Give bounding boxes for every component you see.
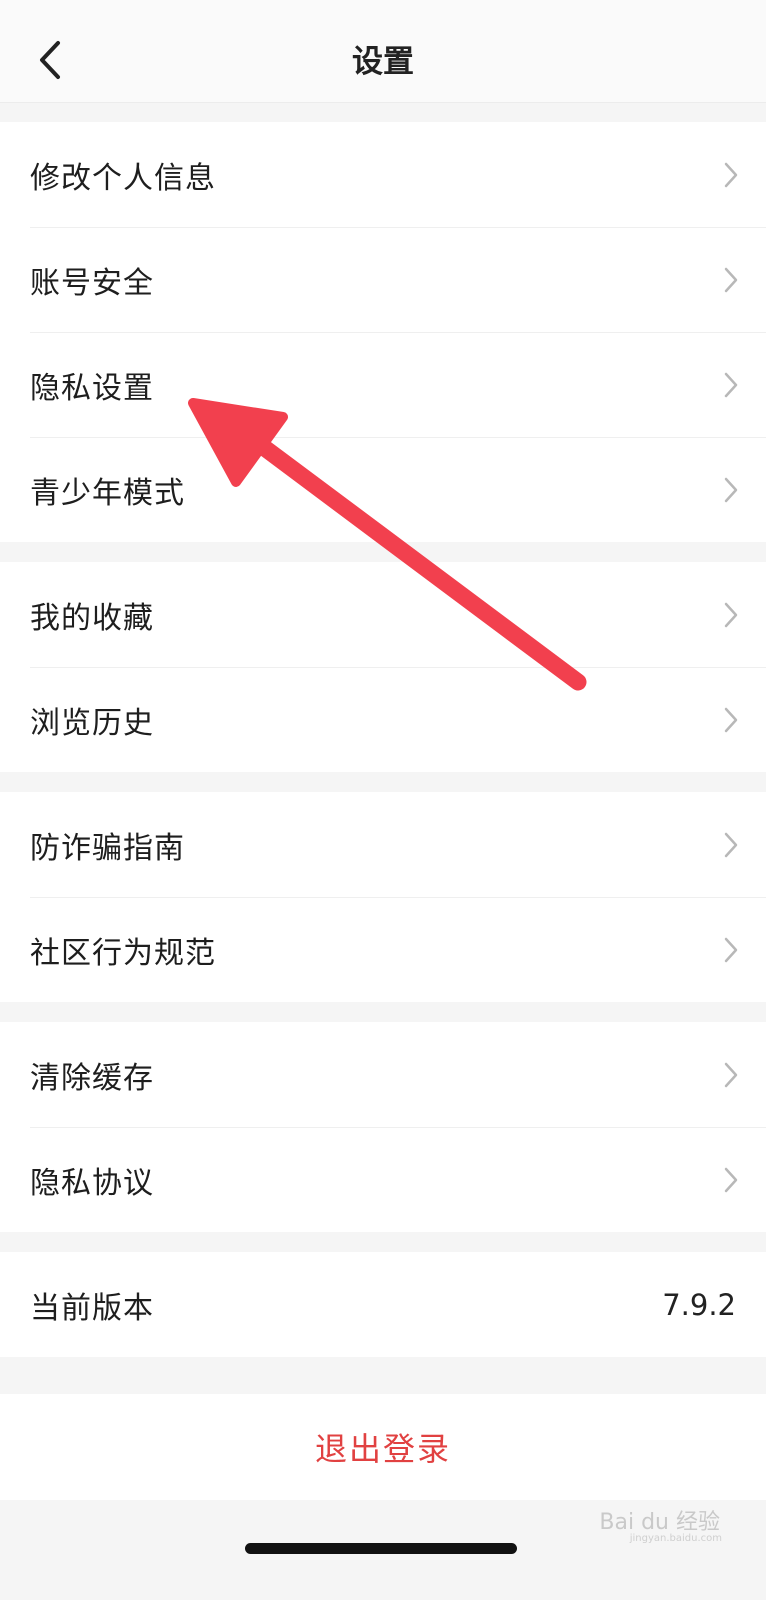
settings-row-label: 账号安全 [30, 265, 154, 301]
settings-group-account: 修改个人信息 账号安全 隐私设置 青少年模式 [0, 122, 766, 542]
chevron-right-icon [724, 372, 738, 397]
chevron-right-icon [724, 162, 738, 187]
chevron-right-icon [724, 1062, 738, 1087]
settings-row-label: 修改个人信息 [30, 160, 216, 196]
watermark-url: jingyan.baidu.com [629, 1533, 722, 1544]
settings-row-account-security[interactable]: 账号安全 [0, 227, 766, 332]
settings-row-history[interactable]: 浏览历史 [0, 667, 766, 772]
settings-row-label: 清除缓存 [30, 1060, 154, 1096]
settings-row-label: 隐私协议 [30, 1165, 154, 1201]
nav-bar: 设置 [0, 0, 766, 103]
settings-row-teen-mode[interactable]: 青少年模式 [0, 437, 766, 542]
chevron-right-icon [724, 477, 738, 502]
chevron-right-icon [724, 937, 738, 962]
settings-group-content: 我的收藏 浏览历史 [0, 562, 766, 772]
settings-group-storage: 清除缓存 隐私协议 [0, 1022, 766, 1232]
logout-label: 退出登录 [314, 1430, 451, 1468]
settings-row-label: 我的收藏 [30, 600, 154, 636]
settings-row-label: 青少年模式 [30, 475, 185, 511]
settings-row-edit-profile[interactable]: 修改个人信息 [0, 122, 766, 227]
settings-row-label: 防诈骗指南 [30, 830, 185, 866]
settings-row-label: 隐私设置 [30, 370, 154, 406]
chevron-right-icon [724, 602, 738, 627]
settings-row-label: 当前版本 [30, 1290, 154, 1326]
settings-row-privacy-settings[interactable]: 隐私设置 [0, 332, 766, 437]
version-value: 7.9.2 [662, 1287, 736, 1322]
settings-row-privacy-policy[interactable]: 隐私协议 [0, 1127, 766, 1232]
page-title: 设置 [352, 44, 414, 80]
settings-row-favorites[interactable]: 我的收藏 [0, 562, 766, 667]
settings-group-guidelines: 防诈骗指南 社区行为规范 [0, 792, 766, 1002]
watermark-logo: Bai du 经验 [599, 1510, 720, 1535]
settings-row-clear-cache[interactable]: 清除缓存 [0, 1022, 766, 1127]
chevron-right-icon [724, 832, 738, 857]
chevron-right-icon [724, 707, 738, 732]
settings-row-anti-fraud-guide[interactable]: 防诈骗指南 [0, 792, 766, 897]
chevron-right-icon [724, 1167, 738, 1192]
home-indicator[interactable] [245, 1543, 517, 1554]
chevron-right-icon [724, 267, 738, 292]
settings-row-community-rules[interactable]: 社区行为规范 [0, 897, 766, 1002]
logout-button[interactable]: 退出登录 [0, 1394, 766, 1500]
settings-row-current-version: 当前版本 7.9.2 [0, 1252, 766, 1357]
settings-row-label: 浏览历史 [30, 705, 154, 741]
settings-row-label: 社区行为规范 [30, 935, 216, 971]
settings-group-version: 当前版本 7.9.2 [0, 1252, 766, 1357]
